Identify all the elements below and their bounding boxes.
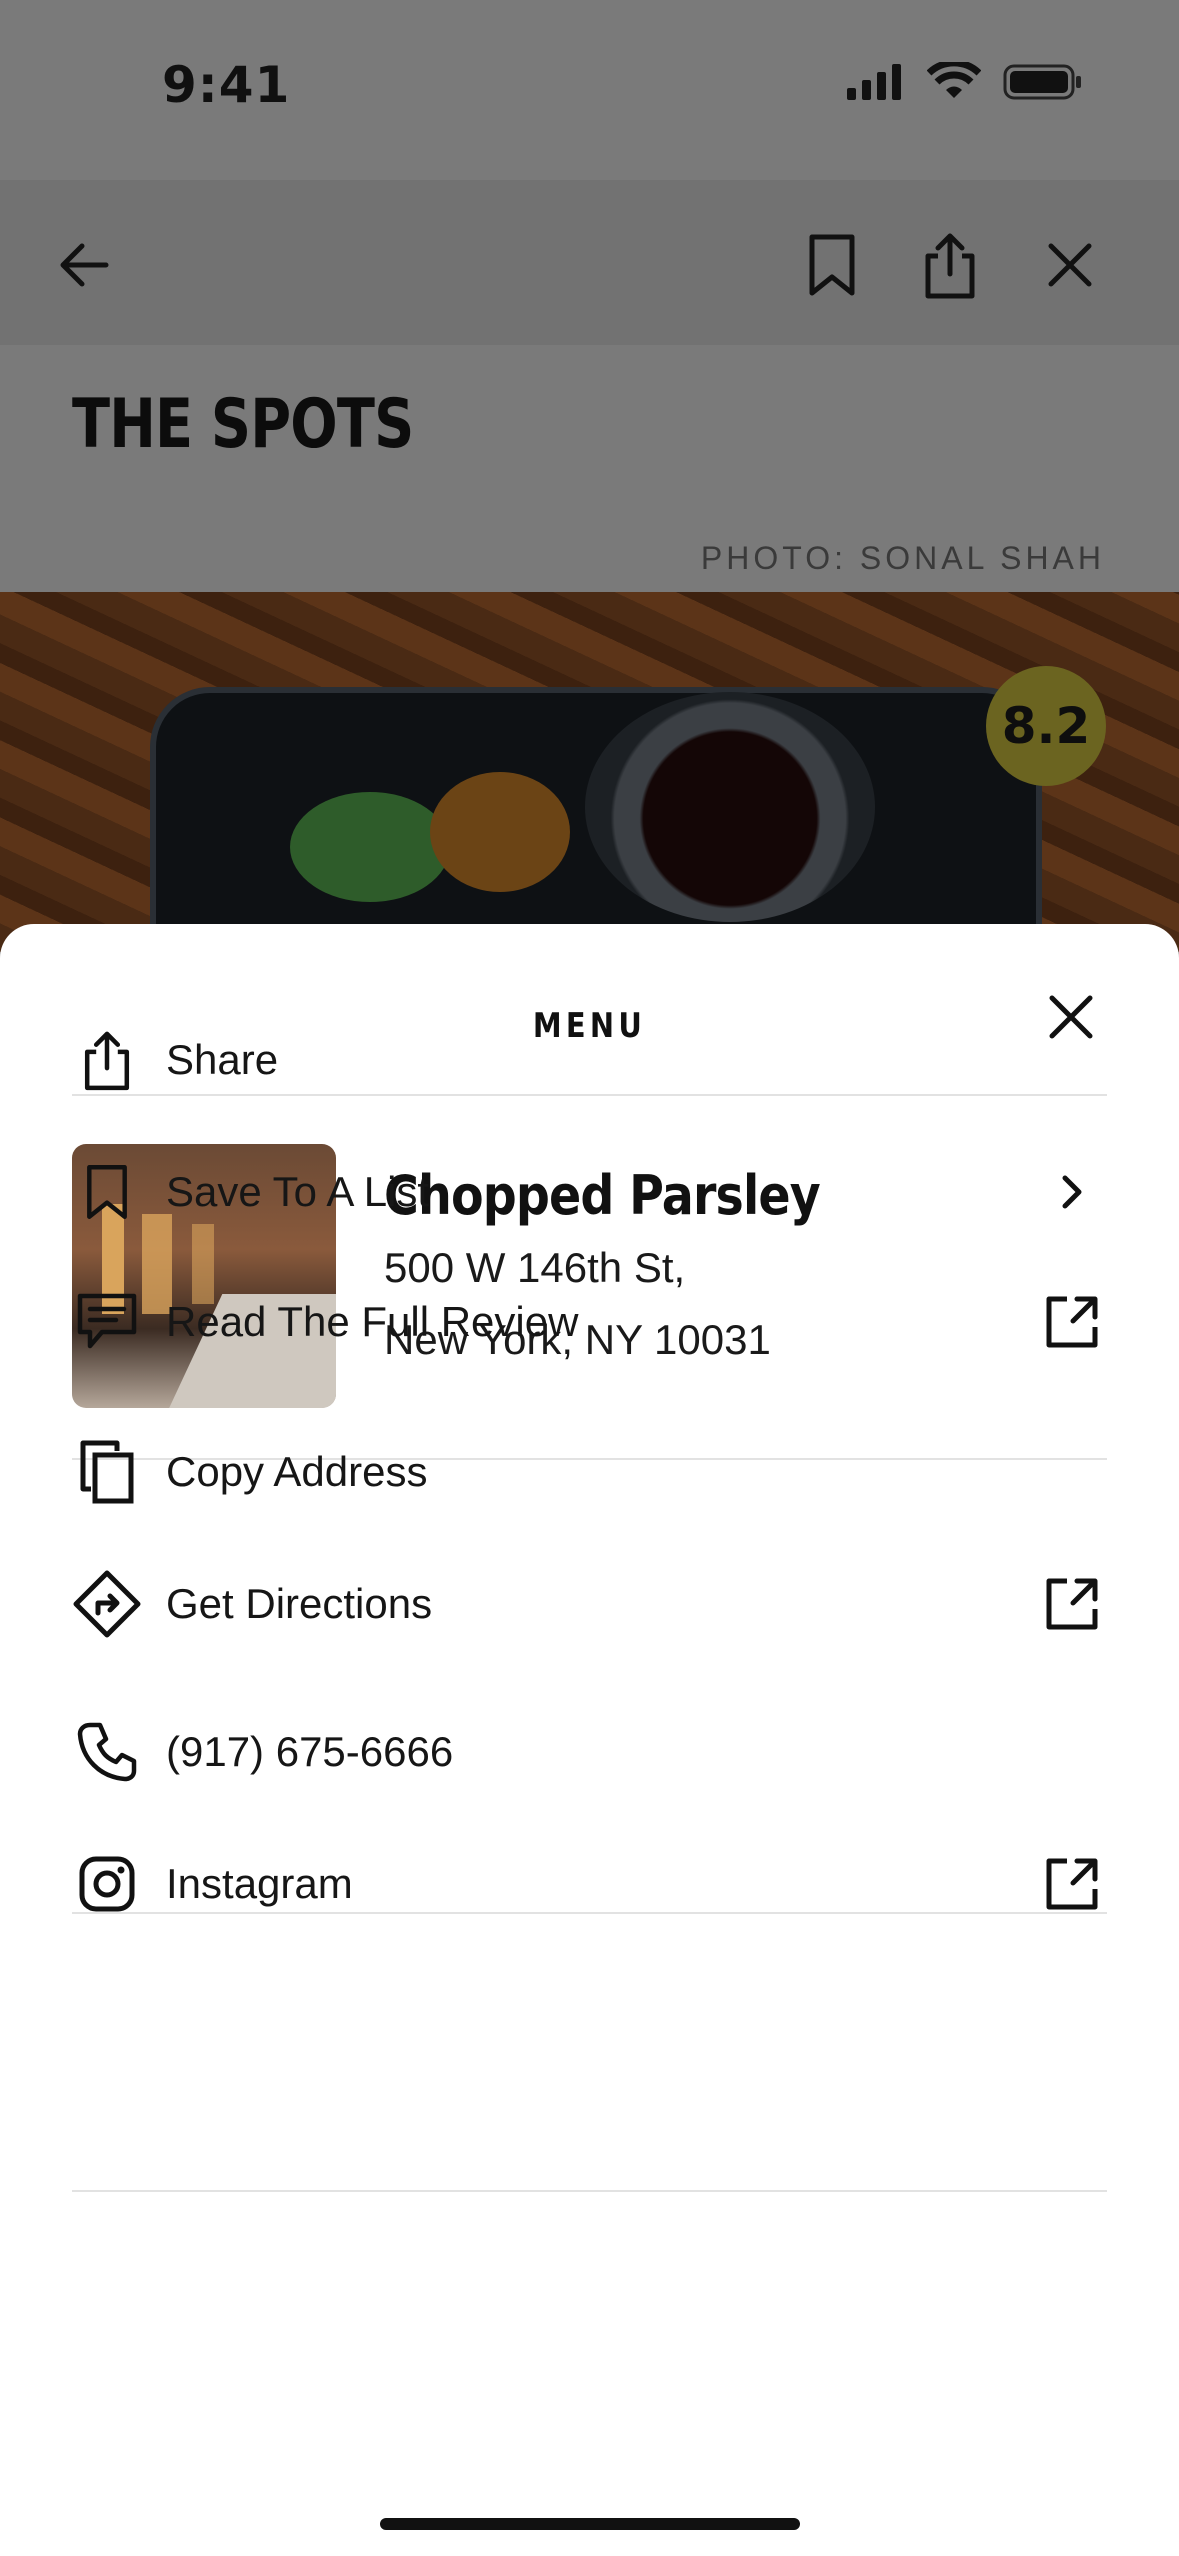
- menu-item-get-directions[interactable]: Get Directions: [72, 1554, 1107, 1654]
- external-link-icon: [1037, 1569, 1107, 1639]
- menu-item-read-review[interactable]: Read The Full Review: [72, 1272, 1107, 1372]
- menu-item-label: Save To A List: [166, 1168, 430, 1215]
- menu-item-label: Share: [166, 1036, 279, 1083]
- status-icons: [845, 62, 1083, 102]
- chat-icon: [72, 1287, 142, 1357]
- cellular-signal-icon: [845, 62, 905, 102]
- menu-item-copy-address-row[interactable]: Copy Address: [72, 1422, 1107, 1522]
- bookmark-button[interactable]: [792, 225, 872, 305]
- menu-item-label: Get Directions: [166, 1580, 433, 1627]
- menu-item-label: Instagram: [166, 1860, 353, 1907]
- rating-badge: 8.2: [986, 666, 1106, 786]
- instagram-icon: [72, 1849, 142, 1919]
- divider: [72, 2190, 1107, 2192]
- menu-item-label: Read The Full Review: [166, 1298, 579, 1345]
- menu-item-instagram[interactable]: Instagram: [72, 1834, 1107, 1934]
- status-time: 9:41: [162, 56, 291, 114]
- menu-item-label: (917) 675-6666: [166, 1728, 454, 1775]
- bookmark-icon: [72, 1157, 142, 1227]
- share-icon: [72, 1025, 142, 1095]
- directions-icon: [72, 1569, 142, 1639]
- copy-icon: [72, 1437, 142, 1507]
- arrow-left-icon: [54, 235, 114, 295]
- hero-image: [0, 592, 1179, 952]
- page-title: THE SPOTS: [72, 385, 414, 464]
- bookmark-icon: [806, 233, 858, 297]
- share-button[interactable]: [910, 225, 990, 305]
- menu-sheet: MENU Chopped Parsley 500 W 146th St, New…: [0, 924, 1179, 2556]
- menu-item-phone[interactable]: (917) 675-6666: [72, 1702, 1107, 1802]
- share-icon: [920, 230, 980, 300]
- home-indicator[interactable]: [380, 2518, 800, 2530]
- photo-credit: PHOTO: SONAL SHAH: [700, 540, 1105, 576]
- close-icon: [1045, 240, 1095, 290]
- menu-item-label: Copy Address: [166, 1448, 428, 1495]
- menu-item-share[interactable]: Share: [72, 1010, 1107, 1110]
- external-link-icon: [1037, 1849, 1107, 1919]
- chevron-right-icon: [1037, 1157, 1107, 1227]
- external-link-icon: [1037, 1287, 1107, 1357]
- back-button[interactable]: [44, 225, 124, 305]
- battery-icon: [1003, 62, 1083, 102]
- top-nav: [0, 180, 1179, 345]
- wifi-icon: [927, 62, 981, 102]
- menu-item-save-to-list[interactable]: Save To A List: [72, 1142, 1107, 1242]
- close-button[interactable]: [1030, 225, 1110, 305]
- status-bar: 9:41: [0, 0, 1179, 180]
- phone-icon: [72, 1717, 142, 1787]
